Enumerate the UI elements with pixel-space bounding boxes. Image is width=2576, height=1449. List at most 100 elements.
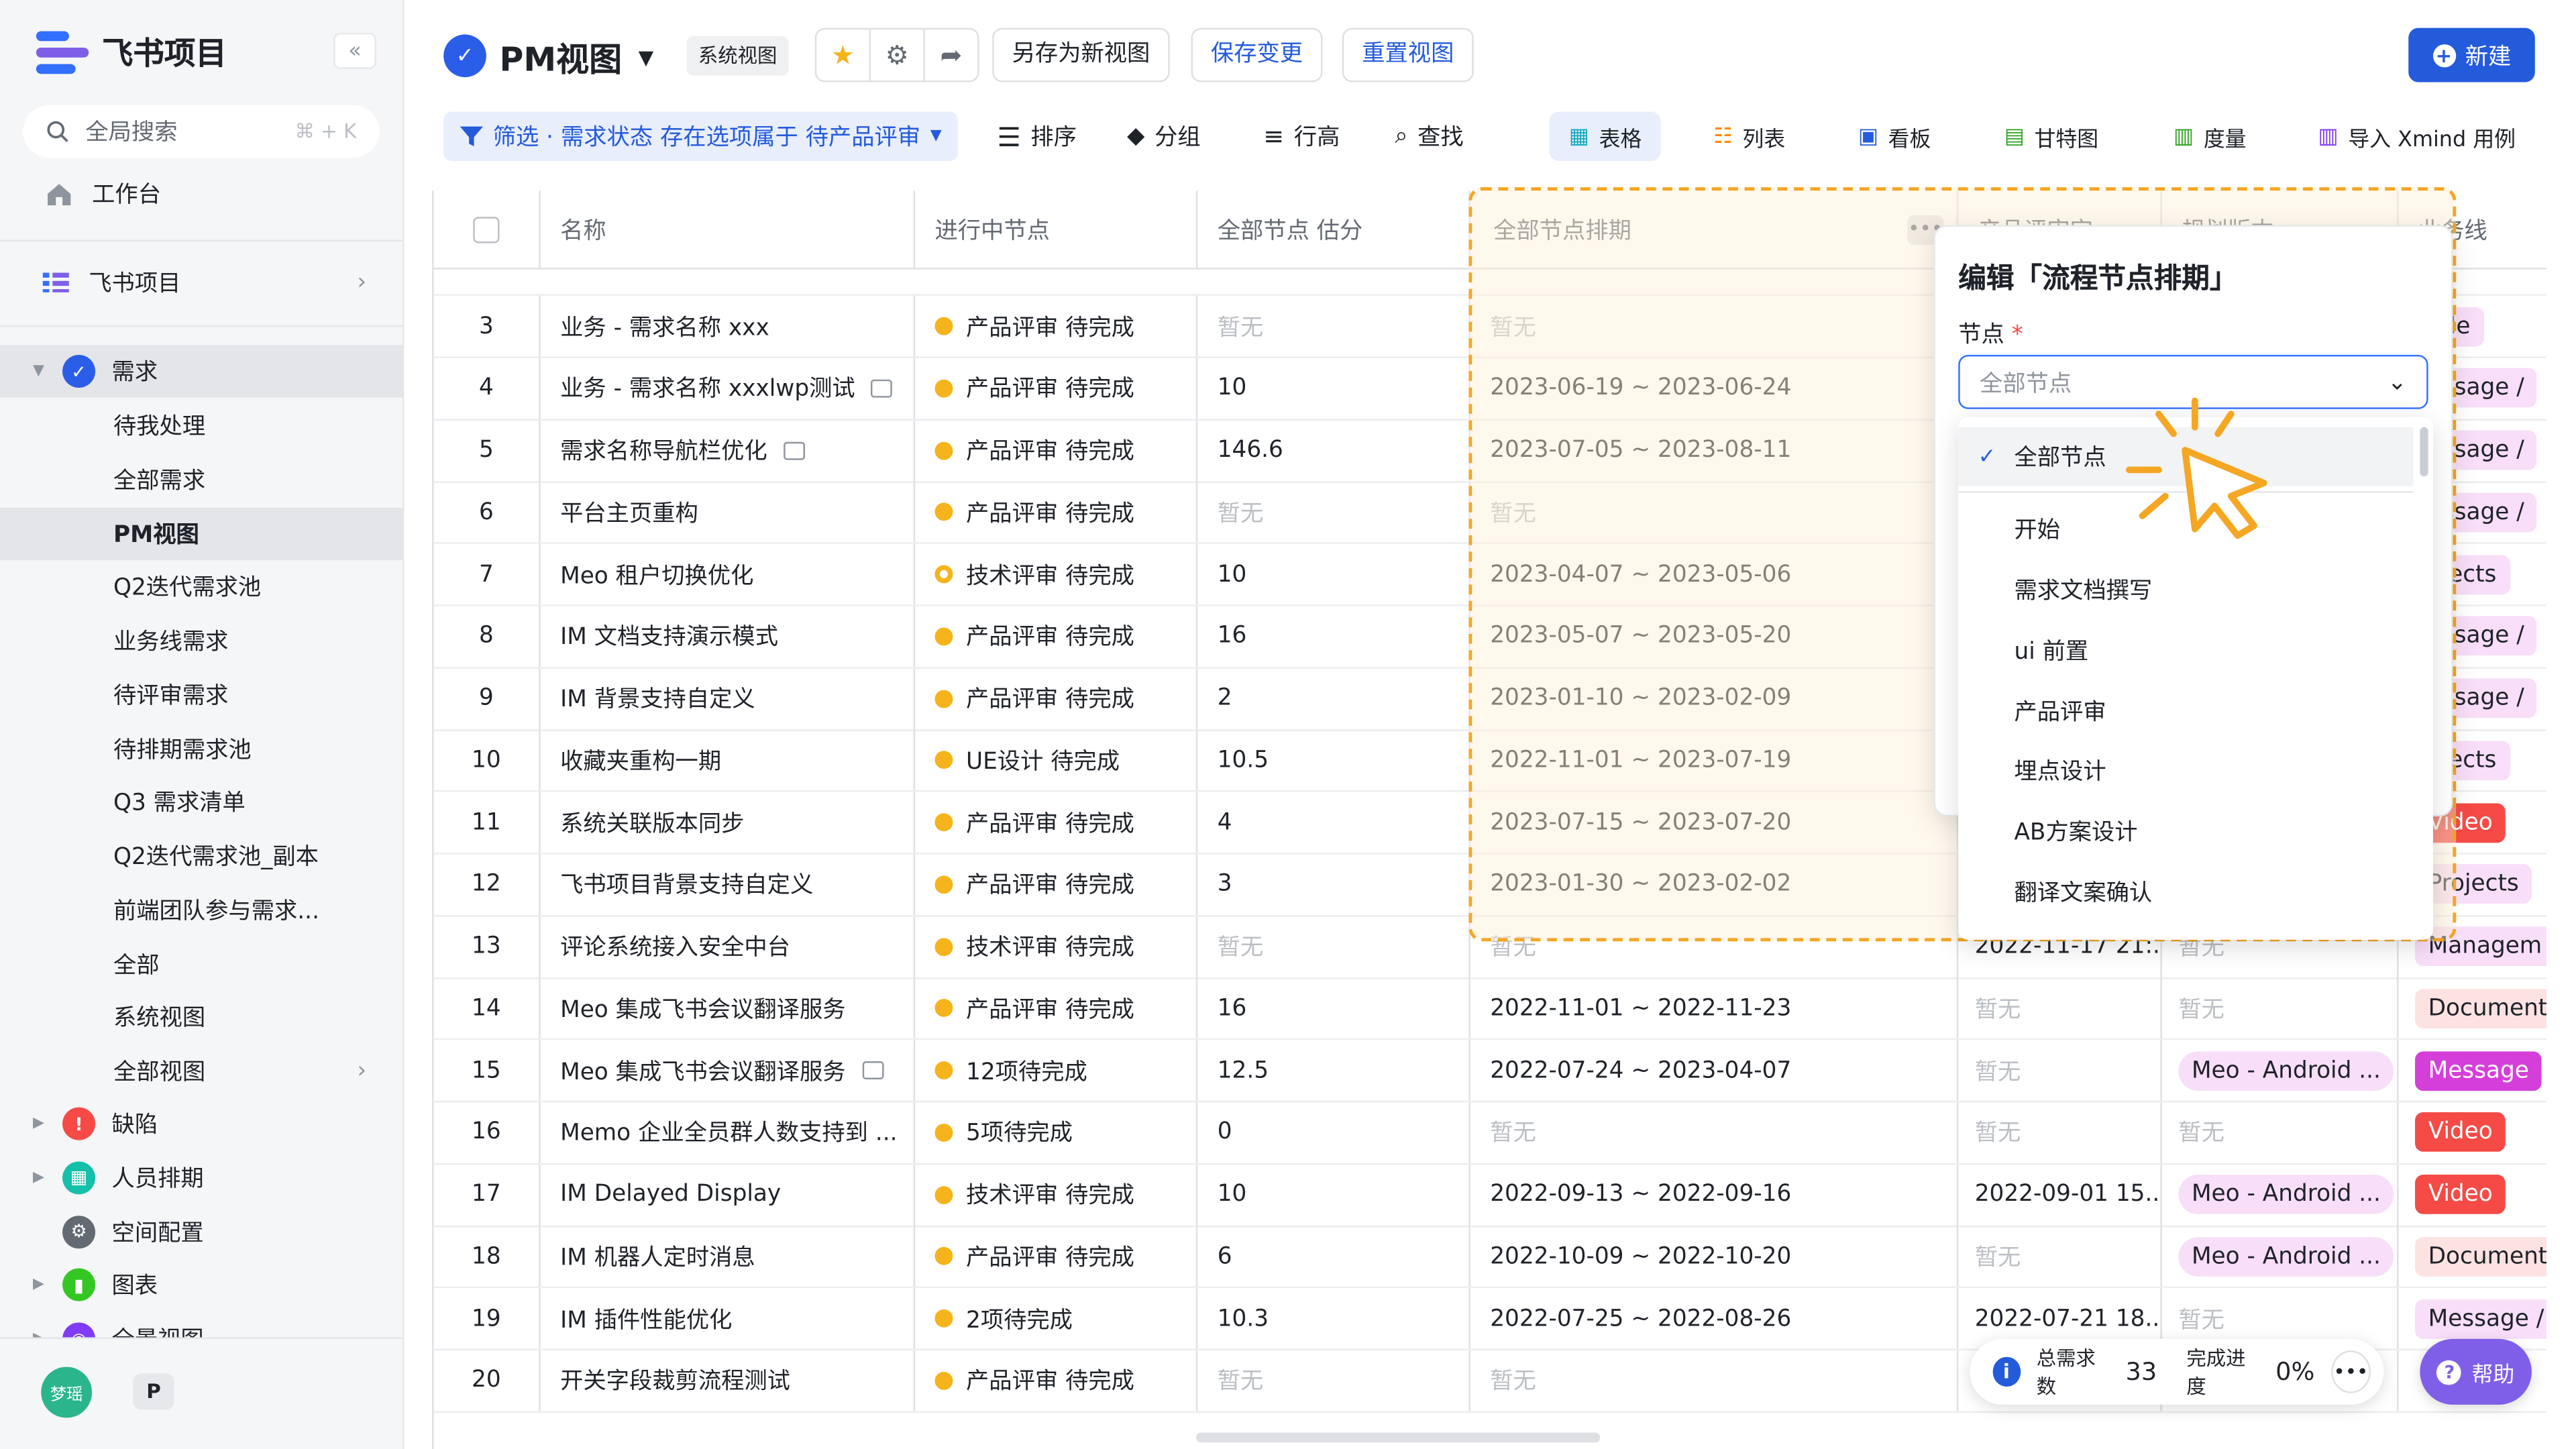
row-number-cell[interactable]: 3 [434, 295, 541, 357]
score-cell[interactable]: 10.3 [1197, 1288, 1470, 1349]
more-icon[interactable]: ••• [2330, 1350, 2371, 1393]
node-cell[interactable]: 产品评审 待完成 [915, 1350, 1198, 1411]
node-cell[interactable]: 12项待完成 [915, 1040, 1198, 1101]
version-cell[interactable]: Meo - Android ... [2162, 1164, 2399, 1225]
view-tab-metric[interactable]: ▥ 度量 [2174, 112, 2247, 161]
review-cell[interactable]: 暂无 [1958, 1102, 2162, 1163]
sidebar-module[interactable]: ⚙ 空间配置 [0, 1205, 402, 1257]
row-number-cell[interactable]: 7 [434, 543, 541, 605]
share-icon[interactable]: ➦ [925, 30, 977, 80]
sidebar-item-view[interactable]: Q2迭代需求池_副本 [0, 830, 402, 882]
name-cell[interactable]: IM 背景支持自定义 [541, 667, 916, 729]
name-cell[interactable]: 收藏夹重构一期 [541, 729, 916, 791]
row-height-button[interactable]: ≡ 行高 [1263, 112, 1340, 161]
name-cell[interactable]: Meo 集成飞书会议翻译服务 [541, 1040, 916, 1101]
schedule-cell[interactable]: 2022-07-24 ~ 2023-04-07 [1470, 1040, 1959, 1101]
sidebar-item-view[interactable]: 前端团队参与需求... [0, 883, 402, 936]
comment-icon[interactable] [871, 379, 893, 398]
column-header-name[interactable]: 名称 [541, 191, 916, 268]
name-cell[interactable]: IM 文档支持演示模式 [541, 606, 916, 667]
review-cell[interactable]: 2022-09-01 15... [1958, 1164, 2162, 1225]
table-row[interactable]: 14 Meo 集成飞书会议翻译服务 产品评审 待完成 16 2022-11-01 ~ 2… [433, 977, 2546, 1040]
schedule-cell[interactable]: 暂无 [1470, 916, 1959, 977]
node-cell[interactable]: 技术评审 待完成 [915, 1164, 1198, 1225]
score-cell[interactable]: 暂无 [1197, 295, 1470, 357]
name-cell[interactable]: 飞书项目背景支持自定义 [541, 853, 916, 915]
name-cell[interactable]: Memo 企业全员群人数支持到 ... [541, 1102, 916, 1163]
node-cell[interactable]: 产品评审 待完成 [915, 358, 1198, 419]
comment-icon[interactable] [862, 1061, 883, 1079]
name-cell[interactable]: IM Delayed Display [541, 1164, 916, 1225]
score-cell[interactable]: 16 [1197, 977, 1470, 1039]
name-cell[interactable]: 开关字段裁剪流程测试 [541, 1350, 916, 1411]
sidebar-item-view[interactable]: Q3 需求清单 [0, 776, 402, 828]
score-cell[interactable]: 10 [1197, 1164, 1470, 1225]
row-number-cell[interactable]: 11 [434, 792, 541, 853]
nav-workbench[interactable]: 工作台 [0, 168, 402, 220]
user-avatar[interactable]: 梦瑶 [41, 1366, 93, 1418]
score-cell[interactable]: 4 [1197, 792, 1470, 853]
node-option[interactable]: AB方案设计 [1958, 802, 2413, 861]
row-number-cell[interactable]: 17 [434, 1164, 541, 1225]
node-cell[interactable]: 2项待完成 [915, 1288, 1198, 1349]
score-cell[interactable]: 10 [1197, 543, 1470, 605]
review-cell[interactable]: 暂无 [1958, 977, 2162, 1039]
name-cell[interactable]: 业务 - 需求名称 xxxlwp测试 [541, 358, 916, 419]
row-number-cell[interactable]: 14 [434, 977, 541, 1039]
global-search-input[interactable]: 全局搜索 ⌘ + K [23, 105, 380, 158]
node-option[interactable]: 产品评审 [1958, 681, 2413, 740]
schedule-cell[interactable]: 2023-06-19 ~ 2023-06-24 [1470, 358, 1959, 419]
sidebar-module[interactable]: ▶ ▦ 人员排期 [0, 1151, 402, 1203]
score-cell[interactable]: 10.5 [1197, 729, 1470, 791]
column-header-schedule[interactable]: 全部节点排期 ••• [1470, 191, 1959, 268]
schedule-cell[interactable]: 2022-11-01 ~ 2022-11-23 [1470, 977, 1959, 1039]
row-number-cell[interactable]: 10 [434, 729, 541, 791]
select-all-checkbox-cell[interactable] [434, 191, 541, 268]
sidebar-item-view[interactable]: PM视图 [0, 506, 403, 559]
schedule-cell[interactable]: 2023-07-15 ~ 2023-07-20 [1470, 792, 1959, 853]
score-cell[interactable]: 6 [1197, 1226, 1470, 1287]
table-row[interactable]: 16 Memo 企业全员群人数支持到 ... 5项待完成 0 暂无 暂无 暂无 Video [433, 1102, 2546, 1165]
row-number-cell[interactable]: 4 [434, 358, 541, 419]
row-number-cell[interactable]: 19 [434, 1288, 541, 1349]
sidebar-item-view[interactable]: 待排期需求池 [0, 722, 402, 774]
biz-cell[interactable]: Document [2399, 978, 2546, 1039]
sidebar-item-view[interactable]: 全部 [0, 937, 402, 989]
app-logo[interactable]: 飞书项目 [36, 30, 227, 74]
view-tab-kanban[interactable]: ▣ 看板 [1858, 112, 1931, 161]
row-number-cell[interactable]: 15 [434, 1040, 541, 1101]
node-cell[interactable]: 产品评审 待完成 [915, 1226, 1198, 1287]
node-cell[interactable]: 技术评审 待完成 [915, 916, 1198, 977]
version-cell[interactable]: Meo - Android ... [2162, 1040, 2399, 1101]
node-cell[interactable]: 技术评审 待完成 [915, 543, 1198, 605]
horizontal-scrollbar[interactable] [1195, 1432, 1601, 1443]
node-cell[interactable]: 产品评审 待完成 [915, 853, 1198, 915]
review-cell[interactable]: 暂无 [1958, 1226, 2162, 1287]
name-cell[interactable]: Meo 租户切换优化 [541, 543, 916, 605]
checkbox[interactable] [473, 216, 500, 243]
find-button[interactable]: ⌕ 查找 [1395, 112, 1463, 161]
sidebar-module[interactable]: ▶ ▮ 图表 [0, 1259, 402, 1311]
node-cell[interactable]: 产品评审 待完成 [915, 977, 1198, 1039]
schedule-cell[interactable]: 2023-04-07 ~ 2023-05-06 [1470, 543, 1959, 605]
column-header-score[interactable]: 全部节点 估分 [1197, 191, 1470, 268]
biz-cell[interactable]: Document [2399, 1226, 2546, 1287]
score-cell[interactable]: 暂无 [1197, 482, 1470, 543]
row-number-cell[interactable]: 8 [434, 606, 541, 667]
sidebar-item-view[interactable]: 系统视图 [0, 991, 402, 1043]
view-tab-list[interactable]: ☷ 列表 [1713, 112, 1785, 161]
nav-module-requirements[interactable]: ▼ ✓ 需求 [0, 345, 403, 398]
score-cell[interactable]: 10 [1197, 358, 1470, 419]
node-cell[interactable]: 产品评审 待完成 [915, 606, 1198, 667]
schedule-cell[interactable]: 暂无 [1470, 482, 1959, 543]
row-number-cell[interactable]: 20 [434, 1350, 541, 1411]
node-option[interactable]: 埋点设计 [1958, 741, 2413, 800]
row-number-cell[interactable]: 18 [434, 1226, 541, 1287]
name-cell[interactable]: IM 插件性能优化 [541, 1288, 916, 1349]
version-cell[interactable]: Meo - Android ... [2162, 1226, 2399, 1287]
save-changes-button[interactable]: 保存变更 [1191, 28, 1323, 83]
node-cell[interactable]: 产品评审 待完成 [915, 792, 1198, 853]
schedule-cell[interactable]: 2023-07-05 ~ 2023-08-11 [1470, 419, 1959, 481]
name-cell[interactable]: 评论系统接入安全中台 [541, 916, 916, 977]
schedule-cell[interactable]: 暂无 [1470, 295, 1959, 357]
